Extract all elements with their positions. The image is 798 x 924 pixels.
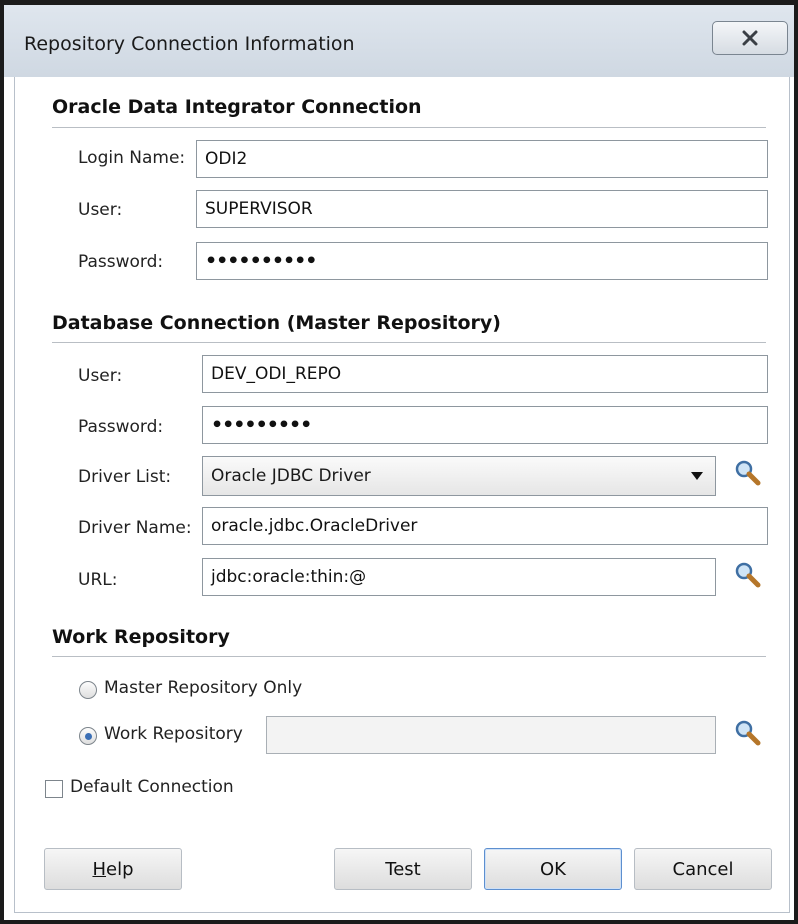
- driver-list-value: Oracle JDBC Driver: [211, 466, 371, 486]
- default-connection-label[interactable]: Default Connection: [70, 777, 234, 797]
- odi-user-field[interactable]: SUPERVISOR: [196, 190, 768, 228]
- radio-master-repository-only-label[interactable]: Master Repository Only: [104, 678, 302, 698]
- odi-password-label: Password:: [78, 252, 164, 272]
- section-separator: [52, 656, 766, 657]
- section-heading-database-connection: Database Connection (Master Repository): [52, 312, 501, 334]
- url-label: URL:: [78, 570, 118, 590]
- magnifier-icon[interactable]: [732, 718, 762, 748]
- login-name-field[interactable]: ODI2: [196, 140, 768, 178]
- cancel-button[interactable]: Cancel: [634, 848, 772, 890]
- radio-work-repository-label[interactable]: Work Repository: [104, 724, 243, 744]
- close-button[interactable]: [712, 21, 788, 55]
- help-mnemonic: H: [92, 858, 107, 880]
- help-button[interactable]: Help: [44, 848, 182, 890]
- default-connection-checkbox[interactable]: [45, 780, 63, 798]
- radio-work-repository[interactable]: [79, 727, 97, 745]
- driver-name-field[interactable]: oracle.jdbc.OracleDriver: [202, 507, 768, 545]
- url-field[interactable]: jdbc:oracle:thin:@: [202, 558, 716, 596]
- section-separator: [52, 342, 766, 343]
- close-icon: [742, 30, 758, 46]
- magnifier-icon[interactable]: [732, 458, 762, 488]
- section-heading-work-repository: Work Repository: [52, 626, 230, 648]
- db-password-field[interactable]: •••••••••: [202, 406, 768, 444]
- chevron-down-icon: [691, 472, 703, 480]
- driver-name-label: Driver Name:: [78, 518, 192, 538]
- db-user-label: User:: [78, 366, 123, 386]
- section-separator: [52, 127, 766, 128]
- window-title: Repository Connection Information: [24, 33, 355, 55]
- odi-password-field[interactable]: ••••••••••: [196, 242, 768, 280]
- test-button[interactable]: Test: [334, 848, 472, 890]
- section-heading-odi-connection: Oracle Data Integrator Connection: [52, 96, 422, 118]
- login-name-label: Login Name:: [78, 148, 186, 168]
- work-repository-field[interactable]: [266, 716, 716, 754]
- radio-master-repository-only[interactable]: [79, 681, 97, 699]
- db-password-label: Password:: [78, 417, 164, 437]
- odi-user-label: User:: [78, 200, 123, 220]
- db-user-field[interactable]: DEV_ODI_REPO: [202, 355, 768, 393]
- driver-list-select[interactable]: Oracle JDBC Driver: [202, 456, 716, 496]
- title-bar[interactable]: Repository Connection Information: [4, 5, 794, 77]
- magnifier-icon[interactable]: [732, 560, 762, 590]
- help-label-rest: elp: [106, 858, 134, 880]
- ok-button[interactable]: OK: [484, 848, 622, 890]
- driver-list-label: Driver List:: [78, 467, 172, 487]
